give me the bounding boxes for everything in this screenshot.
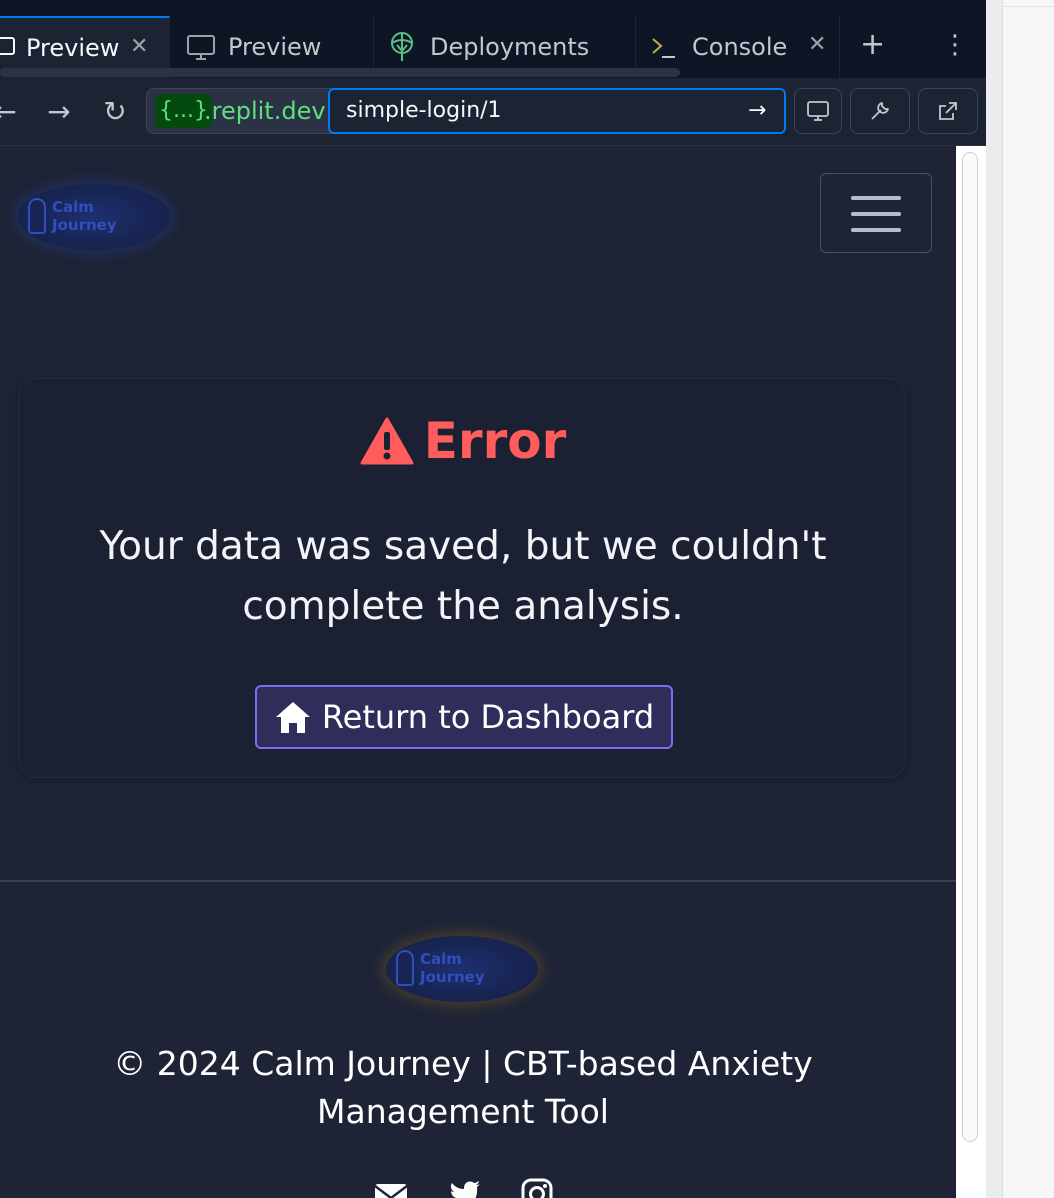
console-icon	[652, 38, 675, 58]
domain-text: .replit.dev	[204, 97, 326, 125]
logo-text-line1: Calm	[52, 198, 94, 216]
logo-text: Calm Journey	[52, 198, 117, 234]
logo-text-line1: Calm	[420, 950, 462, 968]
tab-label: Deployments	[430, 33, 590, 61]
devices-icon	[807, 101, 829, 121]
url-bar: ← → ↻ {...} .replit.dev simple-login/1 →	[0, 78, 986, 146]
return-button-label: Return to Dashboard	[321, 698, 655, 736]
devtools-button[interactable]	[850, 88, 910, 134]
footer-logo: Calm Journey	[386, 936, 538, 1002]
replit-workspace: Preview ✕ Preview Deployments Console ✕ …	[0, 0, 986, 1198]
scrollbar-thumb[interactable]	[962, 152, 978, 1142]
go-arrow-icon[interactable]: →	[748, 96, 766, 126]
twitter-icon[interactable]	[448, 1176, 482, 1198]
deployments-icon	[391, 32, 413, 61]
brand-logo[interactable]: Calm Journey	[18, 184, 170, 250]
logo-text-line2: Journey	[420, 968, 485, 986]
logo-mark	[28, 198, 46, 234]
tab-label: Preview	[228, 33, 322, 61]
hamburger-line	[851, 228, 901, 232]
hamburger-line	[851, 196, 901, 200]
navbar-toggle-button[interactable]	[820, 173, 932, 253]
envelope-icon[interactable]	[374, 1176, 408, 1198]
adjacent-pane-surface	[1002, 0, 1054, 1198]
tab-label: Console	[692, 33, 788, 61]
monitor-icon	[187, 35, 215, 60]
devices-button[interactable]	[794, 88, 842, 134]
reload-icon[interactable]: ↻	[98, 95, 132, 129]
error-heading: Error	[19, 411, 907, 471]
adjacent-pane-divider	[1002, 6, 1054, 7]
forward-icon[interactable]: →	[42, 95, 76, 129]
error-card: Error Your data was saved, but we couldn…	[18, 378, 906, 778]
logo-text-line2: Journey	[52, 216, 117, 234]
instagram-icon[interactable]	[520, 1176, 554, 1198]
page-scrollbar[interactable]	[956, 146, 986, 1198]
url-path-input[interactable]: simple-login/1	[328, 88, 786, 134]
footer-divider	[0, 880, 956, 882]
wrench-icon	[871, 102, 889, 120]
monitor-icon	[0, 37, 15, 55]
back-icon[interactable]: ←	[0, 95, 22, 129]
logo-mark	[396, 950, 414, 986]
open-new-tab-button[interactable]	[918, 88, 978, 134]
warning-icon	[360, 417, 414, 465]
tab-scrollbar[interactable]	[0, 68, 680, 77]
footer-copyright: © 2024 Calm Journey | CBT-based Anxiety …	[113, 1044, 813, 1131]
tab-bar: Preview ✕ Preview Deployments Console ✕ …	[0, 0, 986, 78]
return-to-dashboard-button[interactable]: Return to Dashboard	[255, 685, 673, 749]
external-link-icon	[939, 102, 957, 120]
more-icon[interactable]: ⋮	[942, 28, 968, 62]
logo-text: Calm Journey	[420, 950, 485, 986]
preview-page: Calm Journey Error Your data was saved, …	[0, 146, 956, 1198]
error-message: Your data was saved, but we couldn't com…	[99, 524, 827, 629]
close-icon[interactable]: ✕	[808, 32, 826, 57]
error-title: Error	[423, 412, 567, 470]
tab-label: Preview	[26, 34, 120, 62]
hamburger-line	[851, 212, 901, 216]
adjacent-pane	[986, 0, 1054, 1198]
plus-icon[interactable]: +	[860, 30, 885, 60]
home-icon	[275, 702, 310, 733]
close-icon[interactable]: ✕	[130, 34, 148, 59]
